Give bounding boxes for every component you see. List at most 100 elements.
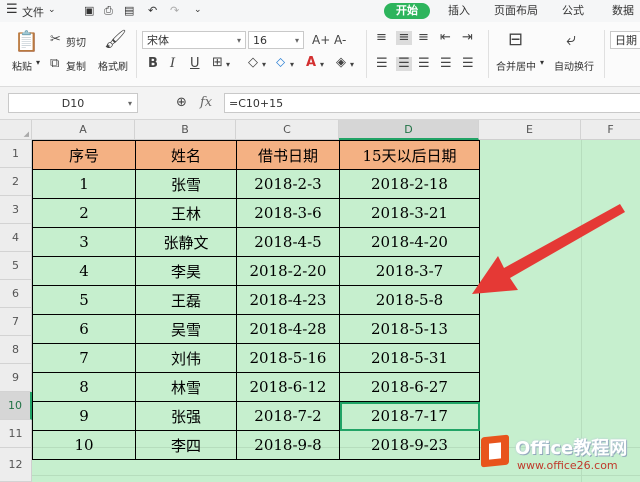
copy-icon[interactable]: ⧉	[50, 57, 59, 71]
tab-insert[interactable]: 插入	[448, 3, 470, 19]
row-header-9[interactable]: 9	[0, 364, 32, 392]
column-header-a[interactable]: A	[32, 120, 135, 140]
chevron-down-icon[interactable]: ▾	[226, 58, 230, 72]
table-cell[interactable]: 4	[32, 256, 136, 286]
table-cell[interactable]: 8	[32, 372, 136, 402]
format-painter-icon[interactable]: 🖌	[104, 30, 127, 50]
grow-font-button[interactable]: A+	[312, 33, 330, 47]
row-header-4[interactable]: 4	[0, 224, 32, 252]
chevron-down-icon[interactable]: ▾	[320, 58, 324, 72]
print-icon[interactable]: ⎙	[104, 4, 113, 18]
header-cell[interactable]: 序号	[32, 140, 136, 170]
align-right-icon[interactable]: ☰	[418, 57, 430, 71]
number-format-select[interactable]: 日期	[610, 31, 640, 49]
table-cell[interactable]: 2018-4-20	[339, 227, 480, 257]
copy-button[interactable]: 复制	[66, 58, 86, 73]
scissors-icon[interactable]: ✂	[50, 33, 61, 47]
zoom-search-icon[interactable]: ⊕	[176, 96, 187, 110]
table-cell[interactable]: 吴雪	[135, 314, 237, 344]
undo-icon[interactable]: ↶	[148, 4, 157, 17]
table-cell[interactable]: 张雪	[135, 169, 237, 199]
table-cell[interactable]: 2018-6-12	[236, 372, 340, 402]
distributed-align-icon[interactable]: ☰	[462, 57, 474, 71]
row-header-7[interactable]: 7	[0, 308, 32, 336]
table-cell[interactable]: 5	[32, 285, 136, 315]
table-cell[interactable]: 刘伟	[135, 343, 237, 373]
indent-increase-icon[interactable]: ⇥	[462, 31, 473, 45]
table-cell[interactable]: 2018-9-23	[339, 430, 480, 460]
header-cell[interactable]: 15天以后日期	[339, 140, 480, 170]
table-cell[interactable]: 李四	[135, 430, 237, 460]
row-header-12[interactable]: 12	[0, 448, 32, 482]
formula-input[interactable]: =C10+15	[224, 93, 640, 113]
table-cell[interactable]: 1	[32, 169, 136, 199]
underline-button[interactable]: U	[190, 57, 200, 71]
table-cell[interactable]: 2018-5-16	[236, 343, 340, 373]
row-header-3[interactable]: 3	[0, 196, 32, 224]
name-box[interactable]: D10 ▾	[8, 93, 138, 113]
chevron-down-icon[interactable]: ▾	[540, 58, 544, 67]
column-header-c[interactable]: C	[236, 120, 339, 140]
wrap-text-button[interactable]: 自动换行	[554, 58, 594, 73]
row-header-11[interactable]: 11	[0, 420, 32, 448]
save-icon[interactable]: ▣	[84, 4, 94, 17]
table-cell[interactable]: 2018-5-8	[339, 285, 480, 315]
table-cell[interactable]: 李昊	[135, 256, 237, 286]
clear-format-icon[interactable]: ◈	[336, 56, 346, 70]
fx-button[interactable]: fx	[200, 96, 212, 110]
hamburger-menu-icon[interactable]: ☰	[6, 2, 18, 17]
table-cell[interactable]: 2018-4-28	[236, 314, 340, 344]
table-cell[interactable]: 6	[32, 314, 136, 344]
table-cell[interactable]: 林雪	[135, 372, 237, 402]
paste-dropdown-icon[interactable]: ▾	[36, 58, 40, 67]
redo-icon[interactable]: ↷	[170, 4, 179, 17]
table-cell[interactable]: 2018-3-21	[339, 198, 480, 228]
table-cell[interactable]: 2018-9-8	[236, 430, 340, 460]
tab-home[interactable]: 开始	[384, 3, 430, 19]
table-cell[interactable]: 10	[32, 430, 136, 460]
tab-formulas[interactable]: 公式	[562, 3, 584, 19]
chevron-down-icon[interactable]: ⌄	[48, 5, 56, 15]
justify-icon[interactable]: ☰	[440, 57, 452, 71]
table-cell[interactable]: 2018-5-31	[339, 343, 480, 373]
row-header-5[interactable]: 5	[0, 252, 32, 280]
tab-page-layout[interactable]: 页面布局	[494, 3, 538, 19]
format-painter-button[interactable]: 格式刷	[98, 58, 128, 73]
header-cell[interactable]: 借书日期	[236, 140, 340, 170]
table-cell[interactable]: 2018-7-2	[236, 401, 340, 431]
table-cell[interactable]: 2018-3-7	[339, 256, 480, 286]
table-cell[interactable]: 7	[32, 343, 136, 373]
italic-button[interactable]: I	[170, 57, 175, 71]
column-header-b[interactable]: B	[135, 120, 236, 140]
print-preview-icon[interactable]: ▤	[124, 4, 134, 17]
table-cell[interactable]: 2018-3-6	[236, 198, 340, 228]
cut-button[interactable]: 剪切	[66, 34, 86, 49]
paste-button[interactable]: 粘贴	[12, 58, 32, 73]
chevron-down-icon[interactable]: ▾	[290, 58, 294, 72]
table-cell[interactable]: 2018-2-20	[236, 256, 340, 286]
table-cell[interactable]: 张强	[135, 401, 237, 431]
table-cell[interactable]: 王林	[135, 198, 237, 228]
paste-icon[interactable]: 📋	[14, 30, 39, 52]
file-menu[interactable]: 文件	[22, 4, 44, 20]
shrink-font-button[interactable]: A-	[334, 33, 346, 47]
row-header-10[interactable]: 10	[0, 392, 32, 420]
wrap-text-icon[interactable]: ⤶	[566, 30, 576, 50]
align-left-icon[interactable]: ☰	[376, 57, 388, 71]
column-header-d[interactable]: D	[339, 120, 479, 140]
column-header-e[interactable]: E	[479, 120, 581, 140]
row-header-2[interactable]: 2	[0, 168, 32, 196]
fill-color-icon[interactable]: ◇	[248, 56, 258, 70]
select-all-corner[interactable]: ◢	[0, 120, 32, 140]
merge-center-button[interactable]: 合并居中	[496, 58, 536, 73]
highlight-icon[interactable]: ⬦	[276, 56, 285, 70]
table-cell[interactable]: 2018-5-13	[339, 314, 480, 344]
table-cell[interactable]: 3	[32, 227, 136, 257]
table-cell[interactable]: 2018-6-27	[339, 372, 480, 402]
font-name-select[interactable]: 宋体 ▾	[142, 31, 246, 49]
row-header-1[interactable]: 1	[0, 140, 32, 168]
font-size-select[interactable]: 16 ▾	[248, 31, 304, 49]
header-cell[interactable]: 姓名	[135, 140, 237, 170]
chevron-down-icon[interactable]: ▾	[350, 58, 354, 72]
tab-data[interactable]: 数据	[612, 3, 634, 19]
